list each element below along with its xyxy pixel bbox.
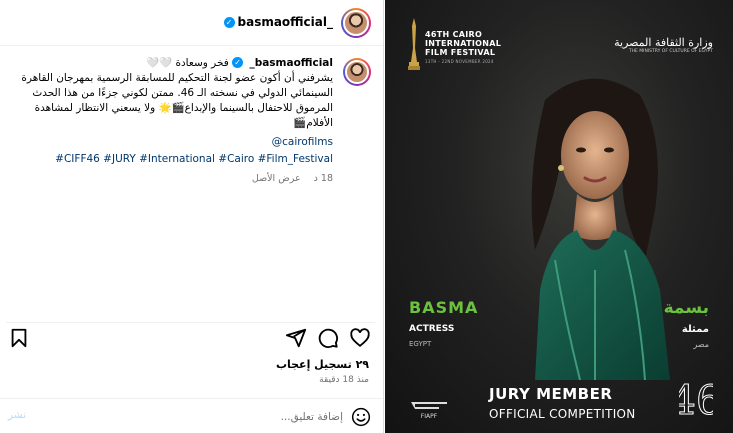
portrait-photo — [531, 78, 670, 380]
likes-count[interactable]: ٢٩ تسجيل إعجاب — [276, 358, 369, 371]
festival-logo-text: 46TH CAIRO INTERNATIONAL FILM FESTIVAL 1… — [425, 30, 501, 66]
caption-avatar[interactable] — [343, 58, 371, 86]
username-link[interactable]: basmaofficial_ — [238, 15, 334, 29]
post-time[interactable]: منذ 18 دقيقة — [319, 375, 369, 385]
comment-input[interactable] — [40, 407, 343, 427]
verified-badge-icon: ✓ — [232, 57, 244, 68]
trophy-icon — [408, 18, 420, 70]
mention-link[interactable]: @cairofilms — [8, 135, 333, 150]
avatar[interactable] — [341, 8, 371, 38]
festival-line-1: 46TH CAIRO — [425, 30, 483, 39]
comment-bar: نشر — [0, 398, 383, 433]
post-username[interactable]: ✓ basmaofficial_ — [223, 15, 334, 29]
role-english: ACTRESS — [409, 324, 455, 334]
post-age[interactable]: 18 د — [314, 173, 333, 184]
ministry-english: THE MINISTRY OF CULTURE OF EGYPT — [628, 49, 713, 54]
caption: basmaofficial_ ✓ فخر وسعادة 🤍🤍 يشرفني أن… — [8, 56, 371, 186]
official-competition-title: OFFICIAL COMPETITION — [489, 407, 636, 421]
post-comment-button[interactable]: نشر — [8, 409, 26, 421]
verified-badge-icon: ✓ — [223, 17, 235, 28]
caption-body: يشرفني أن أكون عضو لجنة التحكيم للمسابقة… — [21, 72, 333, 129]
role-arabic: ممثلة — [681, 324, 709, 335]
name-arabic: بسمة — [663, 298, 709, 318]
edition-number: 46 — [679, 378, 713, 422]
festival-line-2: INTERNATIONAL — [425, 39, 502, 48]
caption-meta: 18 د عرض الأصل — [8, 171, 333, 186]
see-original-link[interactable]: عرض الأصل — [252, 173, 301, 184]
jury-member-title: JURY MEMBER — [489, 385, 613, 403]
country-arabic: مصر — [693, 340, 709, 349]
post-panel: ✓ basmaofficial_ basmaofficial_ ✓ فخر وسع… — [0, 0, 384, 433]
festival-dates: 13TH - 22ND NOVEMBER 2024 — [425, 59, 494, 64]
comment-icon[interactable] — [317, 327, 339, 349]
ministry-logo: وزارة الثقافة المصرية THE MINISTRY OF CU… — [614, 36, 713, 54]
action-bar — [6, 322, 375, 350]
fiapf-logo: FIAPF — [411, 402, 447, 420]
post-header: ✓ basmaofficial_ — [0, 0, 383, 46]
edition-46-logo: 46 — [679, 378, 713, 423]
name-english: BASMA — [409, 298, 479, 317]
hashtags[interactable]: #CIFF46 #JURY #International #Cairo #Fil… — [8, 152, 333, 167]
heart-icon[interactable] — [349, 327, 371, 349]
ministry-arabic: وزارة الثقافة المصرية — [614, 36, 713, 49]
emoji-icon[interactable] — [351, 407, 371, 427]
caption-text: basmaofficial_ ✓ فخر وسعادة 🤍🤍 يشرفني أن… — [8, 56, 333, 186]
bookmark-icon[interactable] — [8, 327, 30, 349]
post-image[interactable]: 46TH CAIRO INTERNATIONAL FILM FESTIVAL 1… — [385, 0, 733, 433]
festival-line-3: FILM FESTIVAL — [425, 48, 496, 57]
country-english: EGYPT — [409, 340, 432, 348]
fiapf-text: FIAPF — [421, 413, 438, 420]
send-icon[interactable] — [285, 327, 307, 349]
caption-username[interactable]: basmaofficial_ — [249, 57, 333, 69]
caption-first-line: فخر وسعادة 🤍🤍 — [146, 57, 229, 69]
